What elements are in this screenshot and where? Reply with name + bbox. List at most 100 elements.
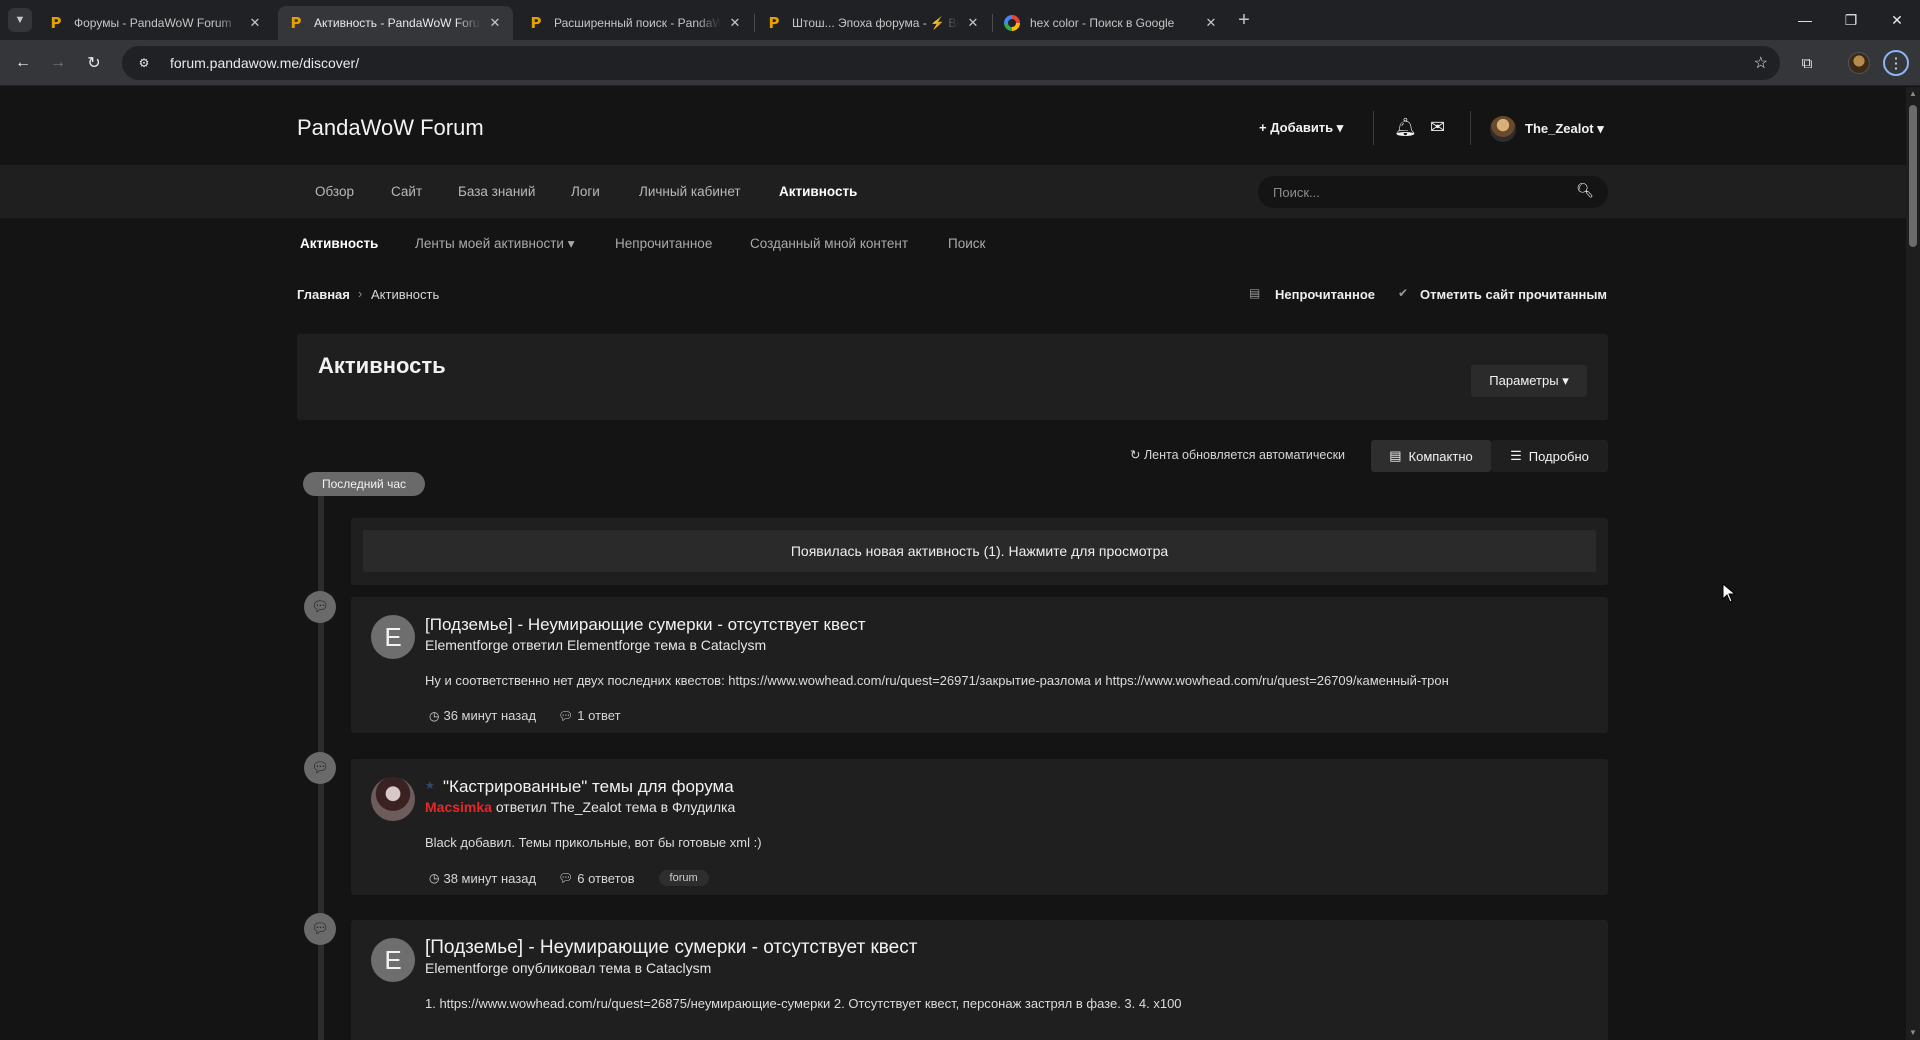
nav-item-knowledge-base[interactable]: База знаний (458, 184, 535, 199)
user-avatar[interactable] (1490, 116, 1516, 142)
compact-view-button[interactable]: ▤ Компактно (1371, 440, 1491, 472)
nav-item-activity[interactable]: Активность (779, 184, 857, 199)
comment-bubble-icon: 💬︎ (304, 591, 336, 623)
tab-separator (754, 14, 755, 32)
subnav-item-my-feeds[interactable]: Ленты моей активности ▾ (415, 236, 574, 252)
unread-link[interactable]: Непрочитанное (1275, 287, 1375, 302)
detailed-label: Подробно (1528, 448, 1589, 464)
search-input[interactable] (1273, 184, 1573, 200)
forward-arrow-icon[interactable]: → (45, 50, 71, 76)
feed-item-byline: Elementforge опубликовал тема в Cataclys… (425, 960, 711, 976)
add-button[interactable]: + Добавить ▾ (1259, 120, 1343, 136)
tab-forums[interactable]: P Форумы - PandaWoW Forum ✕ (38, 6, 273, 40)
feed-item-time[interactable]: 36 минут назад (443, 708, 536, 723)
new-tab-plus-icon[interactable]: + (1232, 8, 1256, 32)
kebab-menu-icon[interactable]: ⋮ (1883, 50, 1909, 76)
scroll-up-arrow-icon[interactable]: ▲ (1906, 87, 1920, 101)
close-icon[interactable]: ✕ (965, 15, 981, 31)
autoupdate-status: ↻ Лента обновляется автоматически (1130, 447, 1345, 462)
tab-title: Активность - PandaWoW Forum (314, 16, 481, 30)
subnav-item-unread[interactable]: Непрочитанное (615, 236, 712, 251)
tab-activity[interactable]: P Активность - PandaWoW Forum ✕ (278, 6, 513, 40)
avatar[interactable]: E (371, 615, 415, 659)
bell-icon[interactable]: 🔔︎ (1394, 117, 1417, 138)
comment-icon: 💬︎ (558, 708, 574, 723)
header-divider (1470, 111, 1471, 145)
newspaper-icon: ▤ (1249, 286, 1261, 300)
window-close-icon[interactable]: ✕ (1874, 0, 1920, 40)
mark-site-read-link[interactable]: Отметить сайт прочитанным (1420, 287, 1607, 302)
nav-item-personal-cabinet[interactable]: Личный кабинет (639, 184, 741, 199)
tab-separator (992, 14, 993, 32)
feed-item-replies: 1 ответ (577, 708, 621, 723)
new-activity-button[interactable]: Появилась новая активность (1). Нажмите … (363, 530, 1596, 572)
nav-item-site[interactable]: Сайт (391, 184, 422, 199)
avatar[interactable]: E (371, 938, 415, 982)
profile-image (1848, 52, 1870, 74)
feed-item-time[interactable]: 38 минут назад (443, 871, 536, 886)
url-text[interactable]: forum.pandawow.me/discover/ (170, 55, 359, 71)
author-link[interactable]: Elementforge (425, 637, 508, 653)
address-bar[interactable]: ⚙ forum.pandawow.me/discover/ ☆ (122, 46, 1780, 80)
extensions-puzzle-icon[interactable]: ⧉ (1794, 50, 1820, 76)
site-title[interactable]: PandaWoW Forum (297, 115, 484, 141)
page-viewport: PandaWoW Forum + Добавить ▾ 🔔︎ ✉ The_Zea… (0, 87, 1906, 1040)
pandawow-favicon-icon: P (530, 14, 542, 32)
close-icon[interactable]: ✕ (247, 15, 263, 31)
scrollbar-thumb[interactable] (1909, 105, 1917, 247)
feed-item-title[interactable]: "Кастрированные" темы для форума (443, 777, 734, 797)
feed-item-title[interactable]: [Подземье] - Неумирающие сумерки - отсут… (425, 615, 866, 635)
tab-title: hex color - Поиск в Google (1030, 16, 1175, 30)
chevron-down-icon: ▼ (14, 14, 26, 26)
feed-item-meta: ◷ 36 минут назад 💬︎ 1 ответ (429, 708, 621, 723)
tag-badge[interactable]: forum (658, 870, 709, 886)
nav-item-overview[interactable]: Обзор (315, 184, 354, 199)
feed-item-snippet: Ну и соответственно нет двух последних к… (425, 673, 1449, 688)
profile-avatar-icon[interactable] (1846, 50, 1872, 76)
close-icon[interactable]: ✕ (487, 15, 503, 31)
feed-item-action: опубликовал тема в Cataclysm (512, 960, 712, 976)
restore-icon[interactable]: ❐ (1828, 0, 1874, 40)
bookmark-star-icon[interactable]: ☆ (1754, 53, 1768, 73)
tab-google-search[interactable]: hex color - Поиск в Google ✕ (994, 6, 1229, 40)
comments-bubble-icon: 💬︎ (304, 913, 336, 945)
tab-advanced-search[interactable]: P Расширенный поиск - PandaWoW Forum ✕ (518, 6, 753, 40)
main-navigation: Обзор Сайт База знаний Логи Личный кабин… (0, 165, 1906, 218)
envelope-icon[interactable]: ✉ (1430, 117, 1445, 138)
reload-icon[interactable]: ↻ (81, 50, 107, 76)
subnav-item-search[interactable]: Поиск (948, 236, 985, 251)
search-icon[interactable]: 🔍︎ (1576, 183, 1594, 199)
subnav-item-activity[interactable]: Активность (300, 236, 378, 251)
tab-search-button[interactable]: ▼ (8, 8, 32, 32)
back-arrow-icon[interactable]: ← (10, 50, 36, 76)
close-icon[interactable]: ✕ (727, 15, 743, 31)
menu-lines-icon: ☰ (1510, 448, 1522, 463)
avatar[interactable] (371, 777, 415, 821)
period-badge: Последний час (303, 472, 426, 496)
minimize-icon[interactable]: — (1782, 0, 1828, 40)
page-scrollbar[interactable]: ▲ ▼ (1906, 87, 1920, 1040)
browser-toolbar: ← → ↻ ⚙ forum.pandawow.me/discover/ ☆ ⧉ … (0, 40, 1920, 86)
browser-tab-strip: ▼ P Форумы - PandaWoW Forum ✕ P Активнос… (0, 0, 1920, 40)
feed-item-byline: Macsimka ответил The_Zealot тема в Флуди… (425, 799, 735, 815)
parameters-button[interactable]: Параметры ▾ (1471, 365, 1587, 397)
refresh-icon: ↻ (1130, 448, 1144, 462)
tab-title: Расширенный поиск - PandaWoW Forum (554, 16, 721, 30)
close-icon[interactable]: ✕ (1203, 15, 1219, 31)
nav-item-logs[interactable]: Логи (571, 184, 600, 199)
site-info-icon[interactable]: ⚙ (136, 55, 152, 71)
feed-item: ★ "Кастрированные" темы для форума Macsi… (351, 759, 1608, 895)
feed-item-title[interactable]: [Подземье] - Неумирающие сумерки - отсут… (425, 937, 917, 959)
author-link[interactable]: Macsimka (425, 799, 492, 815)
feed-item-snippet: Black добавил. Темы прикольные, вот бы г… (425, 835, 762, 850)
user-menu[interactable]: The_Zealot ▾ (1525, 121, 1604, 137)
feed-item-byline: Elementforge ответил Elementforge тема в… (425, 637, 766, 653)
breadcrumb-home[interactable]: Главная (297, 287, 350, 302)
detailed-view-button[interactable]: ☰ Подробно (1491, 440, 1608, 472)
scroll-down-arrow-icon[interactable]: ▼ (1906, 1026, 1920, 1040)
feed-item-replies: 6 ответов (577, 870, 635, 886)
subnav-item-my-content[interactable]: Созданный мной контент (750, 236, 908, 251)
tab-forum-era[interactable]: P Штош... Эпоха форума - ⚡ BC ✕ (756, 6, 991, 40)
author-link[interactable]: Elementforge (425, 960, 508, 976)
pandawow-favicon-icon: P (50, 14, 62, 32)
